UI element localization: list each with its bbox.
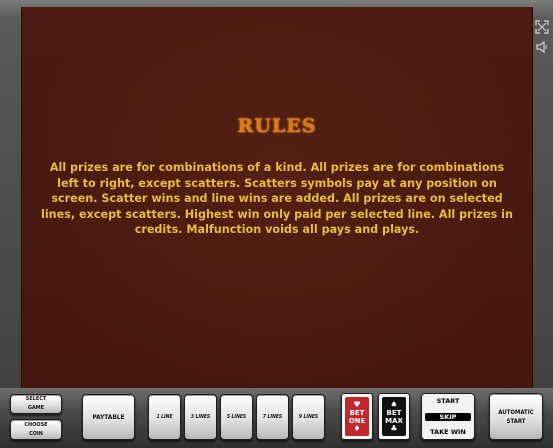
bet-max-card-face: ♠ BET MAX ♣ — [382, 397, 406, 436]
automatic-start-button[interactable]: AUTOMATIC START — [489, 393, 543, 440]
bet-max-label: BET MAX — [385, 408, 403, 425]
rules-description: All prizes are for combinations of a kin… — [41, 161, 513, 237]
line-1-label: 1 LINE — [156, 413, 173, 420]
select-game-label: SELECT GAME — [25, 396, 47, 411]
heart-suit-icon: ♥ — [353, 399, 361, 409]
line-7-label: 7 LINES — [262, 413, 283, 420]
start-skip-takewin-button[interactable]: START SKIP TAKE WIN — [421, 393, 475, 440]
choose-coin-button[interactable]: CHOOSE COIN — [10, 419, 62, 440]
rules-title: RULES — [237, 115, 317, 137]
line-1-button[interactable]: 1 LINE — [148, 394, 181, 440]
line-5-label: 5 LINES — [226, 413, 247, 420]
automatic-start-label: AUTOMATIC START — [498, 408, 534, 425]
side-icon-column — [533, 20, 551, 60]
line-9-button[interactable]: 9 LINES — [292, 394, 325, 440]
choose-coin-label: CHOOSE COIN — [24, 421, 48, 437]
diamond-suit-icon: ♦ — [353, 423, 361, 433]
line-5-button[interactable]: 5 LINES — [220, 394, 253, 440]
bet-max-button[interactable]: ♠ BET MAX ♣ — [378, 393, 410, 440]
spade-suit-icon: ♠ — [390, 399, 398, 409]
club-suit-icon: ♣ — [390, 423, 398, 433]
fullscreen-icon[interactable] — [535, 20, 549, 34]
paytable-button[interactable]: PAYTABLE — [82, 394, 135, 440]
line-3-button[interactable]: 3 LINES — [184, 394, 217, 440]
paytable-label: PAYTABLE — [92, 412, 125, 421]
bet-one-button[interactable]: ♥ BET ONE ♦ — [341, 393, 373, 440]
line-7-button[interactable]: 7 LINES — [256, 394, 289, 440]
bet-one-label: BET ONE — [348, 408, 366, 425]
take-win-label: TAKE WIN — [430, 428, 466, 436]
skip-label: SKIP — [425, 412, 471, 421]
line-9-label: 9 LINES — [298, 413, 319, 420]
rules-screen: RULES All prizes are for combinations of… — [21, 7, 533, 388]
line-3-label: 3 LINES — [190, 413, 211, 420]
bet-one-card-face: ♥ BET ONE ♦ — [345, 397, 369, 436]
speaker-icon[interactable] — [535, 40, 549, 54]
start-label: START — [436, 397, 460, 405]
select-game-button[interactable]: SELECT GAME — [10, 394, 62, 414]
